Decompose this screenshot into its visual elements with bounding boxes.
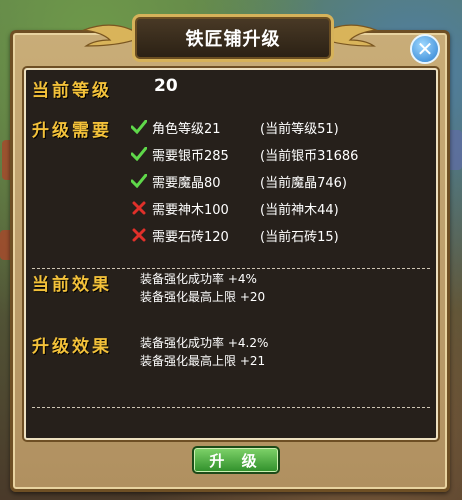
requirement-row: 角色等级21 (当前等级51) — [130, 116, 339, 138]
upgrade-effect-lines: 装备强化成功率 +4.2% 装备强化最高上限 +21 — [140, 334, 268, 370]
title-ornament-left-icon — [81, 24, 140, 47]
check-icon — [130, 118, 148, 136]
close-button[interactable]: ✕ — [410, 34, 440, 64]
requirement-row: 需要石砖120 (当前石砖15) — [130, 224, 339, 246]
requirement-current: (当前石砖15) — [260, 229, 339, 245]
requirement-current: (当前神木44) — [260, 202, 339, 218]
upgrade-effect-label: 升级效果 — [32, 337, 112, 357]
upgrade-panel: 当前等级 20 升级需要 角色等级21 (当前等级51) 需要银币285 (当前… — [24, 68, 438, 440]
requirement-name: 需要石砖120 — [152, 229, 229, 245]
requirement-row: 需要银币285 (当前银币31686 — [130, 143, 358, 165]
check-icon — [130, 172, 148, 190]
requirement-name: 角色等级21 — [152, 121, 221, 137]
close-icon: ✕ — [416, 37, 434, 61]
effect-line: 装备强化最高上限 +21 — [140, 354, 266, 368]
dialog-title: 铁匠铺升级 — [132, 14, 334, 62]
section-divider — [32, 268, 430, 269]
requirement-current: (当前魔晶746) — [260, 175, 347, 191]
upgrade-button[interactable]: 升 级 — [192, 446, 280, 474]
effect-line: 装备强化最高上限 +20 — [140, 290, 266, 304]
requirements-label: 升级需要 — [32, 121, 112, 141]
effect-line: 装备强化成功率 +4% — [140, 272, 257, 286]
section-divider — [32, 407, 430, 408]
requirement-current: (当前等级51) — [260, 121, 339, 137]
requirement-name: 需要银币285 — [152, 148, 229, 164]
current-level-label: 当前等级 — [32, 81, 112, 101]
requirement-current: (当前银币31686 — [260, 148, 359, 164]
cross-icon — [130, 226, 148, 244]
requirement-row: 需要神木100 (当前神木44) — [130, 197, 339, 219]
requirement-name: 需要魔晶80 — [152, 175, 221, 191]
current-level-value: 20 — [154, 76, 178, 96]
check-icon — [130, 145, 148, 163]
cross-icon — [130, 199, 148, 217]
requirement-row: 需要魔晶80 (当前魔晶746) — [130, 170, 347, 192]
current-effect-lines: 装备强化成功率 +4% 装备强化最高上限 +20 — [140, 270, 265, 306]
requirement-name: 需要神木100 — [152, 202, 229, 218]
effect-line: 装备强化成功率 +4.2% — [140, 336, 269, 350]
current-effect-label: 当前效果 — [32, 275, 112, 295]
